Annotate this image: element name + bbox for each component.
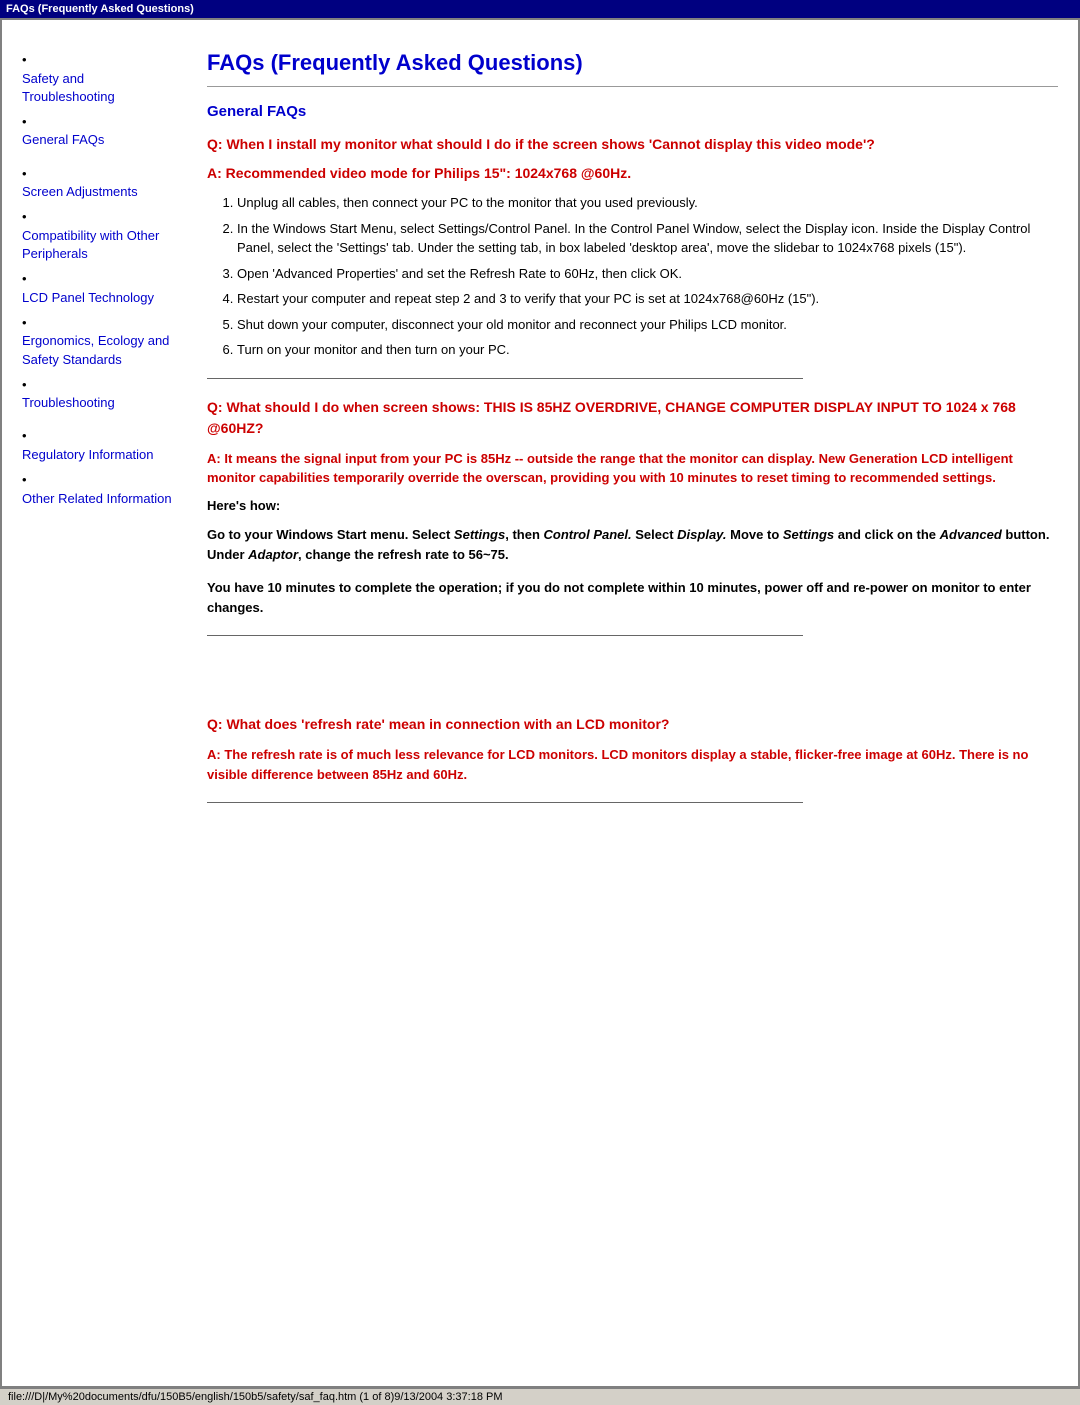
sidebar-link-lcd[interactable]: LCD Panel Technology <box>22 289 177 307</box>
sidebar-link-other[interactable]: Other Related Information <box>22 490 177 508</box>
a1-text: Recommended video mode for Philips 15": … <box>226 165 631 181</box>
a2-text: It means the signal input from your PC i… <box>207 451 1013 486</box>
answer-3: A: The refresh rate is of much less rele… <box>207 745 1058 784</box>
main-content: FAQs (Frequently Asked Questions) Genera… <box>197 50 1058 821</box>
answer-2: A: It means the signal input from your P… <box>207 449 1058 488</box>
divider-3 <box>207 802 803 803</box>
answer-1: A: Recommended video mode for Philips 15… <box>207 165 1058 181</box>
status-text: file:///D|/My%20documents/dfu/150B5/engl… <box>8 1391 503 1403</box>
sidebar-item-compatibility[interactable]: Compatibility with Other Peripherals <box>22 207 177 263</box>
step-1-2: In the Windows Start Menu, select Settin… <box>237 219 1058 258</box>
sidebar-link-general-faqs[interactable]: General FAQs <box>22 131 177 149</box>
sidebar-link-safety[interactable]: Safety and Troubleshooting <box>22 70 177 106</box>
divider-1 <box>207 378 803 379</box>
a3-text: The refresh rate is of much less relevan… <box>207 747 1028 782</box>
go-to-text: Go to your Windows Start menu. Select Se… <box>207 525 1058 567</box>
question-2: Q: What should I do when screen shows: T… <box>207 397 1058 439</box>
sidebar: Safety and Troubleshooting General FAQs … <box>22 50 177 821</box>
sidebar-item-regulatory[interactable]: Regulatory Information <box>22 426 177 464</box>
question-3: Q: What does 'refresh rate' mean in conn… <box>207 714 1058 735</box>
step-1-4: Restart your computer and repeat step 2 … <box>237 289 1058 309</box>
section-title: General FAQs <box>207 103 1058 120</box>
title-bar-label: FAQs (Frequently Asked Questions) <box>6 3 194 15</box>
step-1-5: Shut down your computer, disconnect your… <box>237 315 1058 335</box>
title-divider <box>207 86 1058 87</box>
page-title: FAQs (Frequently Asked Questions) <box>207 50 1058 76</box>
browser-frame: Safety and Troubleshooting General FAQs … <box>0 18 1080 1388</box>
sidebar-link-compatibility[interactable]: Compatibility with Other Peripherals <box>22 227 177 263</box>
step-1-3: Open 'Advanced Properties' and set the R… <box>237 264 1058 284</box>
spacer <box>207 654 1058 714</box>
sidebar-item-ergonomics[interactable]: Ergonomics, Ecology and Safety Standards <box>22 313 177 369</box>
sidebar-item-safety[interactable]: Safety and Troubleshooting <box>22 50 177 106</box>
sidebar-item-other[interactable]: Other Related Information <box>22 470 177 508</box>
divider-2 <box>207 635 803 636</box>
sidebar-link-regulatory[interactable]: Regulatory Information <box>22 446 177 464</box>
step-1-6: Turn on your monitor and then turn on yo… <box>237 340 1058 360</box>
sidebar-item-troubleshooting[interactable]: Troubleshooting <box>22 375 177 413</box>
q3-text: Q: What does 'refresh rate' mean in conn… <box>207 716 669 732</box>
step-1-1: Unplug all cables, then connect your PC … <box>237 193 1058 213</box>
sidebar-item-screen[interactable]: Screen Adjustments <box>22 164 177 202</box>
heres-how: Here's how: <box>207 498 1058 513</box>
a2-label: A: <box>207 451 224 466</box>
steps-list-1: Unplug all cables, then connect your PC … <box>237 193 1058 360</box>
page-content: Safety and Troubleshooting General FAQs … <box>2 20 1078 851</box>
title-bar: FAQs (Frequently Asked Questions) <box>0 0 1080 18</box>
sidebar-link-ergonomics[interactable]: Ergonomics, Ecology and Safety Standards <box>22 332 177 368</box>
sidebar-link-screen[interactable]: Screen Adjustments <box>22 183 177 201</box>
sidebar-item-lcd[interactable]: LCD Panel Technology <box>22 269 177 307</box>
q1-text: Q: When I install my monitor what should… <box>207 136 875 152</box>
ten-min-text: You have 10 minutes to complete the oper… <box>207 578 1058 617</box>
q2-text: Q: What should I do when screen shows: T… <box>207 399 1016 436</box>
a3-label: A: <box>207 747 224 762</box>
sidebar-link-troubleshooting[interactable]: Troubleshooting <box>22 394 177 412</box>
question-1: Q: When I install my monitor what should… <box>207 134 1058 155</box>
a1-label: A: <box>207 165 226 181</box>
sidebar-item-general-faqs[interactable]: General FAQs <box>22 112 177 150</box>
